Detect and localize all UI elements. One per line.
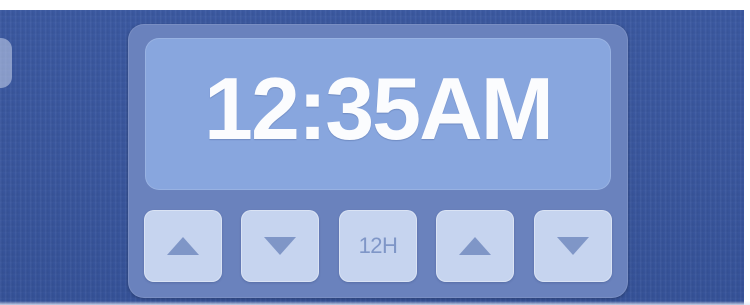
hour-down-button[interactable] (241, 210, 319, 282)
top-edge (0, 0, 750, 10)
triangle-up-icon (167, 237, 199, 255)
control-buttons: 12H (144, 210, 612, 282)
right-edge (744, 0, 750, 305)
triangle-up-icon (459, 237, 491, 255)
minute-down-button[interactable] (534, 210, 612, 282)
bottom-edge (0, 301, 750, 305)
hour-up-button[interactable] (144, 210, 222, 282)
triangle-down-icon (557, 237, 589, 255)
side-tab (0, 38, 12, 88)
time-display: 12:35AM (145, 38, 611, 190)
time-readout: 12:35AM (204, 59, 554, 158)
12h-label: 12H (358, 233, 398, 258)
12h-toggle-button[interactable]: 12H (339, 210, 417, 282)
clock-panel: 12:35AM 12H (128, 24, 628, 298)
minute-up-button[interactable] (436, 210, 514, 282)
triangle-down-icon (264, 237, 296, 255)
